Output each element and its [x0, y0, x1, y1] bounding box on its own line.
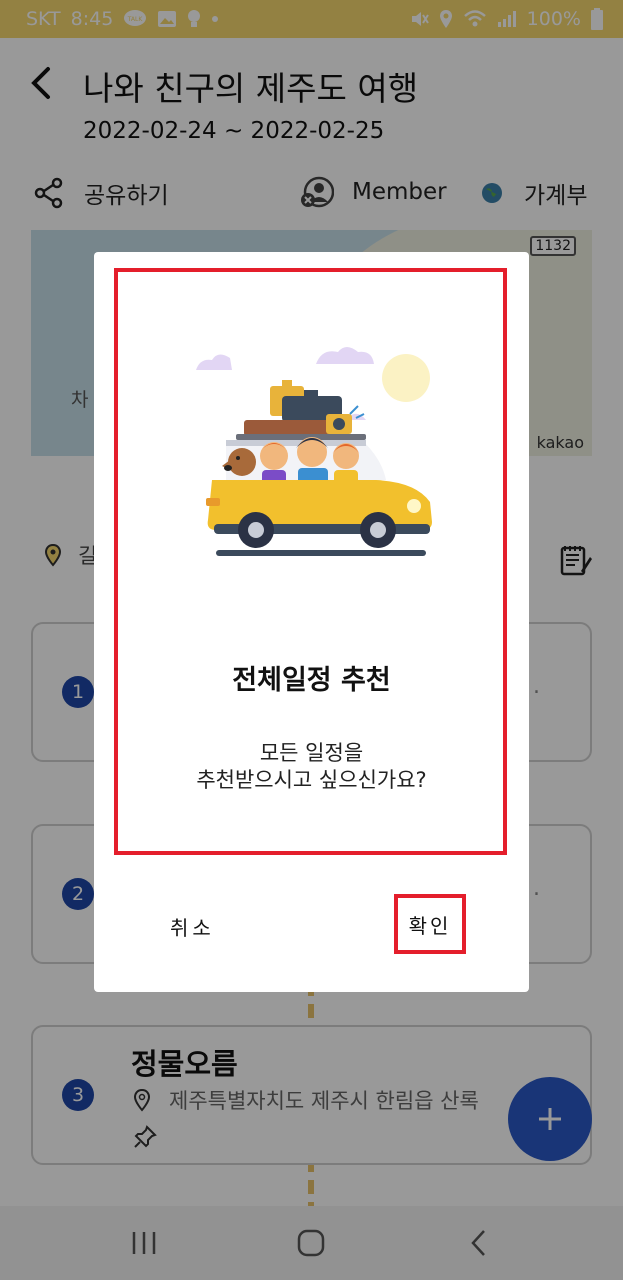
- dialog-message-line-2: 추천받으시고 싶으신가요?: [196, 768, 427, 792]
- dialog-title: 전체일정 추천: [232, 665, 391, 696]
- road-trip-car-illustration: [196, 347, 432, 556]
- confirm-button[interactable]: 확인: [394, 894, 466, 954]
- dialog-message-line-1: 모든 일정을: [259, 741, 364, 765]
- confirm-label: 확인: [408, 913, 452, 938]
- dialog-message: 모든 일정을 추천받으시고 싶으신가요?: [94, 740, 529, 794]
- cancel-button[interactable]: 취소: [170, 912, 215, 941]
- recommend-dialog: 전체일정 추천 모든 일정을 추천받으시고 싶으신가요? 취소 확인: [94, 252, 529, 992]
